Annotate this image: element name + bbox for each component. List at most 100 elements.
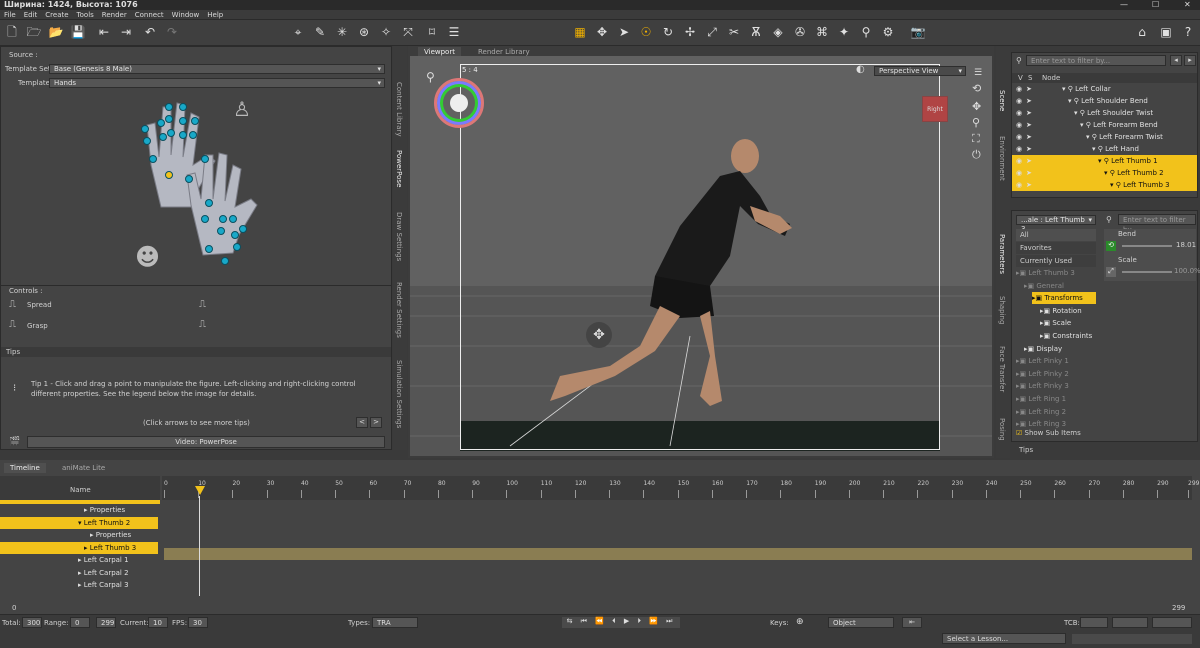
- transform-icon[interactable]: ⤧: [400, 24, 416, 40]
- menu-connect[interactable]: Connect: [131, 10, 168, 20]
- expand-icon[interactable]: ▸: [84, 506, 88, 514]
- tcb-c-field[interactable]: [1112, 617, 1148, 628]
- new-file-icon[interactable]: 🗋: [4, 24, 20, 40]
- rotate-tool-icon[interactable]: ↻: [660, 24, 676, 40]
- close-icon[interactable]: ✕: [1184, 0, 1191, 9]
- pan-icon[interactable]: ✥: [972, 100, 981, 113]
- menu-create[interactable]: Create: [41, 10, 72, 20]
- scene-node[interactable]: ◉ ➤ ▾ ⚲ Left Thumb 2: [1012, 167, 1197, 179]
- control-point[interactable]: [233, 243, 241, 251]
- playback-controls[interactable]: ⇆ ⏮ ⏪ ⏴ ▶ ⏵ ⏩ ⏭: [562, 617, 680, 628]
- scene-node[interactable]: ◉ ➤ ▾ ⚲ Left Thumb 3: [1012, 179, 1197, 191]
- active-pose-icon[interactable]: ☉: [638, 24, 654, 40]
- joint-editor-icon[interactable]: ✎: [312, 24, 328, 40]
- control-point[interactable]: [229, 215, 237, 223]
- control-point-center[interactable]: [165, 171, 173, 179]
- col-node[interactable]: Node: [1042, 74, 1060, 82]
- orientation-gizmo[interactable]: [434, 78, 484, 128]
- grasp-icon[interactable]: ⎍: [9, 319, 16, 330]
- scale-value[interactable]: 100.0%: [1174, 267, 1200, 275]
- range-to-field[interactable]: 299: [96, 617, 116, 628]
- move-gizmo-icon[interactable]: ✥: [586, 322, 612, 348]
- bend-slider[interactable]: [1122, 245, 1172, 247]
- grasp-reset-icon[interactable]: ⎍: [199, 319, 206, 330]
- maximize-icon[interactable]: ☐: [1152, 0, 1159, 9]
- control-point[interactable]: [159, 133, 167, 141]
- types-select[interactable]: TRA: [372, 617, 418, 628]
- scale-link-icon[interactable]: ⤢: [1106, 267, 1116, 277]
- scene-node[interactable]: ◉ ➤ ▾ ⚲ Left Hand: [1012, 143, 1197, 155]
- bend-limit-icon[interactable]: ⟲: [1106, 241, 1116, 251]
- region-select-icon[interactable]: ⌑: [424, 24, 440, 40]
- control-point[interactable]: [239, 225, 247, 233]
- total-field[interactable]: 300: [22, 617, 42, 628]
- param-group[interactable]: ▸▣ Left Pinky 2: [1016, 368, 1096, 380]
- select-arrow-icon[interactable]: ➤: [1026, 95, 1034, 107]
- control-point[interactable]: [185, 175, 193, 183]
- visibility-eye-icon[interactable]: ◉: [1016, 119, 1024, 131]
- translate-tool-icon[interactable]: ✢: [682, 24, 698, 40]
- menu-window[interactable]: Window: [168, 10, 204, 20]
- param-group[interactable]: ▸▣ Display: [1024, 343, 1096, 355]
- param-category[interactable]: Favorites: [1016, 242, 1096, 254]
- object-select[interactable]: Object: [828, 617, 894, 628]
- export-icon[interactable]: ⇥: [118, 24, 134, 40]
- control-point[interactable]: [201, 155, 209, 163]
- range-from-field[interactable]: 0: [70, 617, 90, 628]
- playhead-marker[interactable]: [195, 486, 205, 495]
- scene-node[interactable]: ◉ ➤ ▾ ⚲ Left Collar: [1012, 83, 1197, 95]
- scene-node[interactable]: ◉ ➤ ▾ ⚲ Left Forearm Bend: [1012, 119, 1197, 131]
- geometry-edit-icon[interactable]: ⊛: [356, 24, 372, 40]
- timeline-row[interactable]: ▸ Left Carpal 1: [0, 554, 158, 566]
- tab-parameters[interactable]: Parameters: [998, 234, 1006, 274]
- tab-scene[interactable]: Scene: [998, 90, 1006, 111]
- tab-content-library[interactable]: Content Library: [395, 82, 403, 137]
- param-group[interactable]: ▸▣ Left Pinky 1: [1016, 355, 1096, 367]
- tab-shaping[interactable]: Shaping: [998, 296, 1006, 324]
- frame-icon[interactable]: ⛶: [972, 132, 980, 146]
- grasp-label[interactable]: Grasp: [27, 322, 48, 330]
- control-point[interactable]: [219, 215, 227, 223]
- figure-thumbnail-icon[interactable]: ♙: [233, 97, 251, 121]
- node-weight-icon[interactable]: ✳: [334, 24, 350, 40]
- template-set-select[interactable]: Base (Genesis 8 Male): [49, 64, 385, 74]
- scene-next-button[interactable]: ▸: [1184, 55, 1196, 66]
- light-tool-icon[interactable]: ✦: [836, 24, 852, 40]
- select-arrow-icon[interactable]: ➤: [1026, 107, 1034, 119]
- viewport-canvas[interactable]: 5 : 4 ⚲ ✥ Right: [410, 56, 992, 456]
- control-point[interactable]: [165, 103, 173, 111]
- control-point[interactable]: [179, 117, 187, 125]
- scene-node[interactable]: ◉ ➤ ▾ ⚲ Left Shoulder Bend: [1012, 95, 1197, 107]
- pointer-tool-icon[interactable]: ➤: [616, 24, 632, 40]
- right-tips-tab[interactable]: Tips: [1011, 444, 1198, 456]
- menu-help[interactable]: Help: [203, 10, 227, 20]
- show-sub-items[interactable]: ☑ Show Sub Items: [1016, 429, 1081, 437]
- visibility-eye-icon[interactable]: ◉: [1016, 143, 1024, 155]
- control-point[interactable]: [149, 155, 157, 163]
- visibility-eye-icon[interactable]: ◉: [1016, 155, 1024, 167]
- menu-tools[interactable]: Tools: [73, 10, 98, 20]
- param-group[interactable]: ▸▣ Scale: [1040, 317, 1096, 329]
- geometry-tool-icon[interactable]: ✇: [792, 24, 808, 40]
- scene-node[interactable]: ◉ ➤ ▾ ⚲ Left Thumb 1: [1012, 155, 1197, 167]
- open-recent-icon[interactable]: 📂: [48, 24, 64, 40]
- visibility-eye-icon[interactable]: ◉: [1016, 167, 1024, 179]
- spot-render-icon[interactable]: ✧: [378, 24, 394, 40]
- control-point[interactable]: [231, 231, 239, 239]
- select-arrow-icon[interactable]: ➤: [1026, 179, 1034, 191]
- param-group[interactable]: ▸▣ Left Thumb 3: [1016, 267, 1096, 279]
- timeline-row[interactable]: ▸ Properties: [0, 504, 158, 516]
- redo-icon[interactable]: ↷: [164, 24, 180, 40]
- universal-tool-icon[interactable]: ✥: [594, 24, 610, 40]
- tab-timeline[interactable]: Timeline: [4, 463, 46, 473]
- expand-icon[interactable]: ▾: [78, 519, 82, 527]
- control-point[interactable]: [165, 115, 173, 123]
- visibility-eye-icon[interactable]: ◉: [1016, 107, 1024, 119]
- scene-node[interactable]: ◉ ➤ ▾ ⚲ Left Forearm Twist: [1012, 131, 1197, 143]
- lesson-steps[interactable]: [1072, 634, 1192, 644]
- timeline-row[interactable]: ▸ Left Carpal 3: [0, 579, 158, 591]
- zoom-icon[interactable]: ⚲: [972, 116, 980, 129]
- control-point[interactable]: [221, 257, 229, 265]
- tab-render-settings[interactable]: Render Settings: [395, 282, 403, 338]
- col-select[interactable]: S: [1028, 74, 1032, 82]
